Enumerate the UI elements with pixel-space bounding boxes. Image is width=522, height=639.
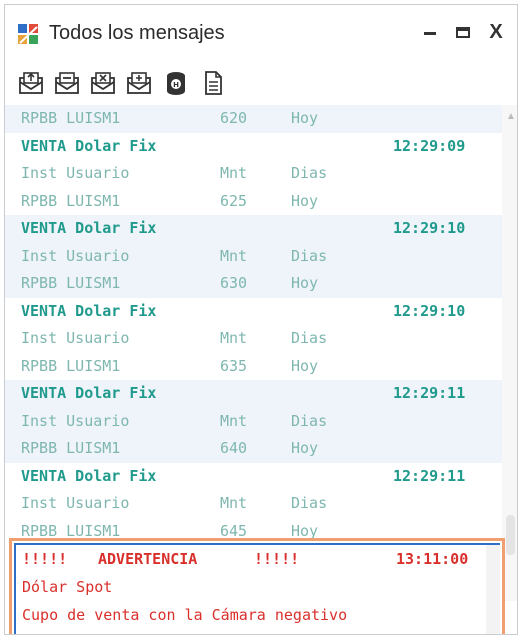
envelope-minus-icon[interactable] [53,69,81,97]
message-item[interactable]: VENTA Dolar Fix 12:29:10 Inst Usuario Mn… [5,215,502,298]
mnt-value: 635 [220,356,248,375]
dias-value: Hoy [291,191,319,210]
messages-window: Todos los mensajes X H RPBB LUISM1 620 H… [4,4,518,635]
maximize-button[interactable] [450,19,476,45]
dias-label: Dias [291,329,328,347]
dias-label: Dias [291,246,328,265]
message-values: RPBB LUISM1 635 Hoy [5,353,502,381]
alert-message[interactable]: !!!!! ADVERTENCIA !!!!! 13:11:00 Dólar S… [14,543,500,634]
mnt-label: Mnt [220,246,248,265]
scroll-thumb[interactable] [506,515,515,555]
mnt-value: 630 [220,274,248,292]
message-title: VENTA Dolar Fix [21,136,157,155]
envelope-up-icon[interactable] [17,69,45,97]
alert-line: Cupo de venta con la Cámara negativo [16,601,498,629]
alert-time: 13:11:00 [396,550,469,568]
message-title: VENTA Dolar Fix [21,466,157,485]
inst-user-label: Inst Usuario [21,329,130,347]
close-button[interactable]: X [483,19,509,45]
message-header: VENTA Dolar Fix 12:29:11 [5,463,502,491]
inst-user-label: Inst Usuario [21,246,130,265]
alert-bang-left: !!!!! [22,550,68,568]
message-labels: Inst Usuario Mnt Dias [5,160,502,188]
inst-user-value: RPBB LUISM1 [21,274,121,292]
message-title: VENTA Dolar Fix [21,384,157,402]
alert-scrollbar[interactable] [486,545,500,634]
envelope-x-icon[interactable] [89,69,117,97]
message-values: RPBB LUISM1 630 Hoy [5,270,502,298]
dias-value: Hoy [291,109,319,127]
message-title: VENTA Dolar Fix [21,219,157,237]
inst-user-label: Inst Usuario [21,494,130,512]
inst-user-value: RPBB LUISM1 [21,109,121,127]
alert-title: ADVERTENCIA [98,550,198,568]
mnt-value: 625 [220,191,248,210]
title-bar: Todos los mensajes X [5,5,517,61]
alert-line-1: Dólar Spot [22,578,113,596]
dias-label: Dias [291,164,328,182]
minimize-button[interactable] [417,19,443,45]
dias-label: Dias [291,494,328,512]
dias-value: Hoy [291,356,319,375]
alert-highlight-frame: !!!!! ADVERTENCIA !!!!! 13:11:00 Dólar S… [9,538,505,634]
window-title: Todos los mensajes [49,22,225,44]
dias-label: Dias [291,411,328,430]
mnt-label: Mnt [220,494,248,512]
inst-user-value: RPBB LUISM1 [21,439,121,457]
message-item[interactable]: VENTA Dolar Fix 12:29:09 Inst Usuario Mn… [5,133,502,216]
message-title: VENTA Dolar Fix [21,301,157,320]
list-item: RPBB LUISM1 620 Hoy [5,105,502,133]
document-icon[interactable] [199,69,227,97]
mnt-label: Mnt [220,329,248,347]
alert-line-2: Cupo de venta con la Cámara negativo [22,606,348,624]
inst-user-value: RPBB LUISM1 [21,356,121,375]
envelope-plus-icon[interactable] [125,69,153,97]
scroll-up-arrow-icon[interactable]: ▲ [506,111,516,122]
alert-bang-right: !!!!! [254,550,300,568]
inst-user-label: Inst Usuario [21,411,130,430]
inst-user-value: RPBB LUISM1 [21,191,121,210]
message-item[interactable]: VENTA Dolar Fix 12:29:11 Inst Usuario Mn… [5,463,502,546]
message-time: 12:29:10 [393,301,466,320]
message-header: VENTA Dolar Fix 12:29:11 [5,380,502,408]
message-labels: Inst Usuario Mnt Dias [5,407,502,435]
dias-value: Hoy [291,274,319,292]
message-list[interactable]: RPBB LUISM1 620 Hoy VENTA Dolar Fix 12:2… [5,105,502,601]
message-labels: Inst Usuario Mnt Dias [5,490,502,518]
minimize-icon [424,32,436,35]
database-icon[interactable]: H [162,69,190,97]
dias-value: Hoy [291,439,319,457]
message-header: VENTA Dolar Fix 12:29:09 [5,133,502,161]
inst-user-label: Inst Usuario [21,164,130,182]
maximize-icon [456,27,470,38]
toolbar: H [5,61,517,105]
message-labels: Inst Usuario Mnt Dias [5,325,502,353]
message-time: 12:29:11 [393,384,466,402]
mnt-label: Mnt [220,411,248,430]
mnt-value: 620 [220,109,248,127]
mnt-value: 640 [220,439,248,457]
app-grid-icon [18,24,38,44]
svg-text:H: H [173,81,179,89]
message-labels: Inst Usuario Mnt Dias [5,242,502,270]
message-time: 12:29:11 [393,466,466,485]
message-values: RPBB LUISM1 640 Hoy [5,435,502,463]
message-header: VENTA Dolar Fix 12:29:10 [5,298,502,326]
alert-line: Dólar Spot [16,573,498,601]
message-header: VENTA Dolar Fix 12:29:10 [5,215,502,243]
message-time: 12:29:10 [393,219,466,237]
message-item[interactable]: VENTA Dolar Fix 12:29:11 Inst Usuario Mn… [5,380,502,463]
mnt-label: Mnt [220,164,248,182]
message-time: 12:29:09 [393,136,466,155]
vertical-scrollbar[interactable]: ▲ [502,105,517,601]
message-item[interactable]: VENTA Dolar Fix 12:29:10 Inst Usuario Mn… [5,298,502,381]
alert-header: !!!!! ADVERTENCIA !!!!! 13:11:00 [16,545,498,573]
message-values: RPBB LUISM1 625 Hoy [5,188,502,216]
